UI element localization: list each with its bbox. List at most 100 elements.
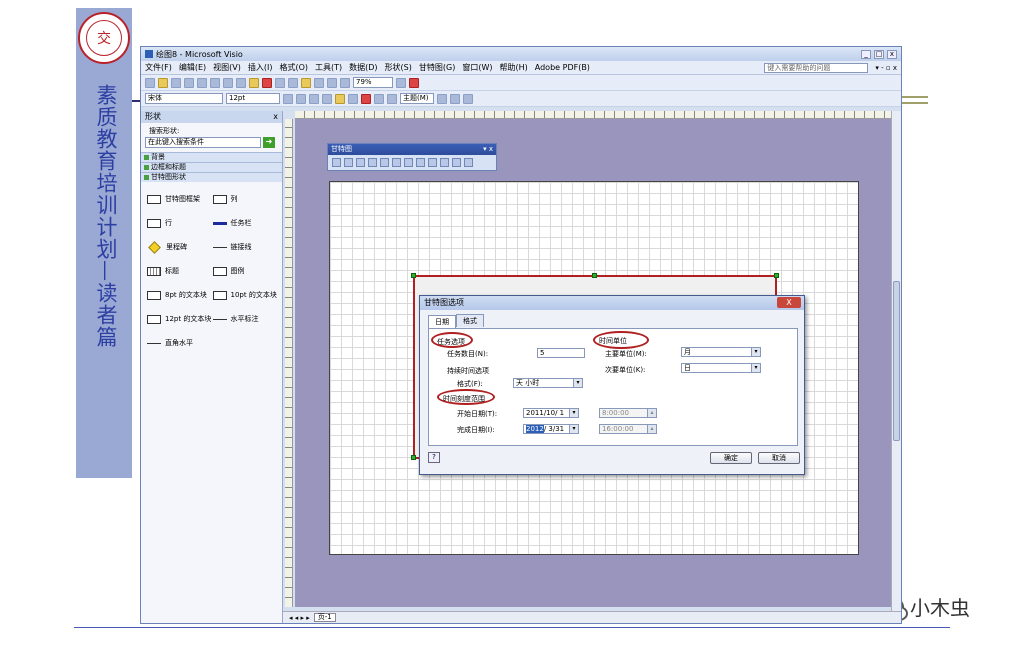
help-icon[interactable] — [396, 77, 406, 88]
pdf-icon[interactable] — [409, 77, 419, 88]
menu-item-file[interactable]: 文件(F) — [145, 62, 172, 73]
horizontal-scrollbar[interactable]: ◂ ◂ ▸ ▸ 页-1 — [283, 611, 901, 623]
menu-item-data[interactable]: 数据(D) — [349, 62, 377, 73]
print-icon[interactable] — [184, 77, 194, 88]
font-color-icon[interactable] — [361, 93, 371, 104]
menu-bar-controls[interactable]: ▾ - ▫ x — [875, 64, 897, 72]
menu-item-edit[interactable]: 编辑(E) — [179, 62, 206, 73]
selection-handle[interactable] — [774, 273, 779, 278]
shape-item[interactable]: 里程碑 — [147, 240, 213, 254]
finish-time-input[interactable]: 16:00:00 ▴ — [599, 424, 657, 434]
tab-format[interactable]: 格式 — [456, 314, 484, 327]
fill-color-icon[interactable] — [387, 93, 397, 104]
spell-icon[interactable] — [210, 77, 220, 88]
align-left-icon[interactable] — [322, 93, 332, 104]
stencil-background[interactable]: 背景 — [141, 152, 282, 162]
font-size-select[interactable]: 12pt — [226, 93, 280, 104]
menu-item-tools[interactable]: 工具(T) — [315, 62, 342, 73]
chevron-down-icon[interactable]: ▾ — [751, 348, 760, 356]
spinner-icon[interactable]: ▴ — [647, 425, 656, 433]
gantt-tool-icon[interactable] — [464, 158, 473, 167]
redo-icon[interactable] — [288, 77, 298, 88]
preview-icon[interactable] — [197, 77, 207, 88]
shape-item[interactable]: 直角水平 — [147, 336, 213, 350]
cut-icon[interactable] — [223, 77, 233, 88]
align-right-icon[interactable] — [348, 93, 358, 104]
cancel-button[interactable]: 取消 — [758, 452, 800, 464]
gantt-tool-icon[interactable] — [404, 158, 413, 167]
gantt-tool-icon[interactable] — [332, 158, 341, 167]
menu-item-format[interactable]: 格式(O) — [279, 62, 308, 73]
selection-handle[interactable] — [592, 273, 597, 278]
align-center-icon[interactable] — [335, 93, 345, 104]
stencil-gantt-shapes[interactable]: 甘特图形状 — [141, 172, 282, 182]
major-unit-select[interactable]: 月 ▾ — [681, 347, 761, 357]
chevron-down-icon[interactable]: ▾ — [573, 379, 582, 387]
minor-unit-select[interactable]: 日 ▾ — [681, 363, 761, 373]
shape-item[interactable]: 图例 — [212, 264, 279, 278]
bold-icon[interactable] — [283, 93, 293, 104]
menu-item-adobe-pdf[interactable]: Adobe PDF(B) — [535, 63, 590, 72]
menu-item-gantt[interactable]: 甘特图(G) — [419, 62, 455, 73]
italic-icon[interactable] — [296, 93, 306, 104]
maximize-button[interactable]: □ — [874, 49, 884, 59]
zoom-select[interactable]: 79% — [353, 77, 393, 88]
font-name-select[interactable]: 宋体 — [145, 93, 223, 104]
line-ends-icon[interactable] — [463, 93, 473, 104]
search-go-icon[interactable]: ➜ — [263, 137, 275, 148]
finish-date-input[interactable]: 2012/ 3/31 ▾ — [523, 424, 579, 434]
pointer-tool-icon[interactable] — [301, 77, 311, 88]
calendar-icon[interactable]: ▾ — [569, 425, 578, 433]
new-icon[interactable] — [145, 77, 155, 88]
theme-button[interactable]: 主题(M) — [400, 93, 434, 104]
line-weight-icon[interactable] — [437, 93, 447, 104]
gantt-tool-icon[interactable] — [392, 158, 401, 167]
line-pattern-icon[interactable] — [450, 93, 460, 104]
gantt-tool-icon[interactable] — [452, 158, 461, 167]
vertical-scrollbar[interactable] — [891, 111, 901, 611]
delete-icon[interactable] — [262, 77, 272, 88]
close-window-button[interactable]: x — [887, 49, 897, 59]
copy-icon[interactable] — [236, 77, 246, 88]
scrollbar-thumb[interactable] — [893, 281, 900, 441]
underline-icon[interactable] — [309, 93, 319, 104]
menu-item-window[interactable]: 窗口(W) — [462, 62, 492, 73]
line-color-icon[interactable] — [374, 93, 384, 104]
tab-date[interactable]: 日期 — [428, 315, 456, 328]
ok-button[interactable]: 确定 — [710, 452, 752, 464]
dialog-close-button[interactable]: X — [777, 297, 801, 308]
gantt-tool-icon[interactable] — [344, 158, 353, 167]
duration-format-select[interactable]: 天 小时 ▾ — [513, 378, 583, 388]
gantt-tool-icon[interactable] — [356, 158, 365, 167]
page-nav-arrows[interactable]: ◂ ◂ ▸ ▸ — [289, 614, 310, 622]
shape-item[interactable]: 任务栏 — [212, 216, 279, 230]
shape-item[interactable]: 列 — [212, 192, 279, 206]
help-icon[interactable]: ? — [428, 452, 440, 463]
connector-tool-icon[interactable] — [314, 77, 324, 88]
search-shapes-input[interactable]: 在此键入搜索条件 — [145, 137, 261, 148]
spinner-icon[interactable]: ▴ — [647, 409, 656, 417]
gantt-tool-icon[interactable] — [380, 158, 389, 167]
start-date-input[interactable]: 2011/10/ 1 ▾ — [523, 408, 579, 418]
start-time-input[interactable]: 8:00:00 ▴ — [599, 408, 657, 418]
menu-item-help[interactable]: 帮助(H) — [500, 62, 528, 73]
shape-item[interactable]: 链接线 — [212, 240, 279, 254]
task-count-input[interactable]: 5 — [537, 348, 585, 358]
fill-icon[interactable] — [340, 77, 350, 88]
close-icon[interactable]: ▾ x — [483, 144, 493, 155]
chevron-down-icon[interactable]: ▾ — [751, 364, 760, 372]
open-icon[interactable] — [158, 77, 168, 88]
shape-item[interactable]: 10pt 的文本块 — [212, 288, 279, 302]
text-tool-icon[interactable] — [327, 77, 337, 88]
shape-item[interactable]: 行 — [147, 216, 213, 230]
paste-icon[interactable] — [249, 77, 259, 88]
minimize-button[interactable]: _ — [861, 49, 871, 59]
selection-handle[interactable] — [411, 455, 416, 460]
gantt-tool-icon[interactable] — [368, 158, 377, 167]
gantt-tool-icon[interactable] — [416, 158, 425, 167]
undo-icon[interactable] — [275, 77, 285, 88]
gantt-tool-icon[interactable] — [428, 158, 437, 167]
selection-handle[interactable] — [411, 273, 416, 278]
menu-item-insert[interactable]: 插入(I) — [248, 62, 273, 73]
menu-item-shape[interactable]: 形状(S) — [385, 62, 412, 73]
